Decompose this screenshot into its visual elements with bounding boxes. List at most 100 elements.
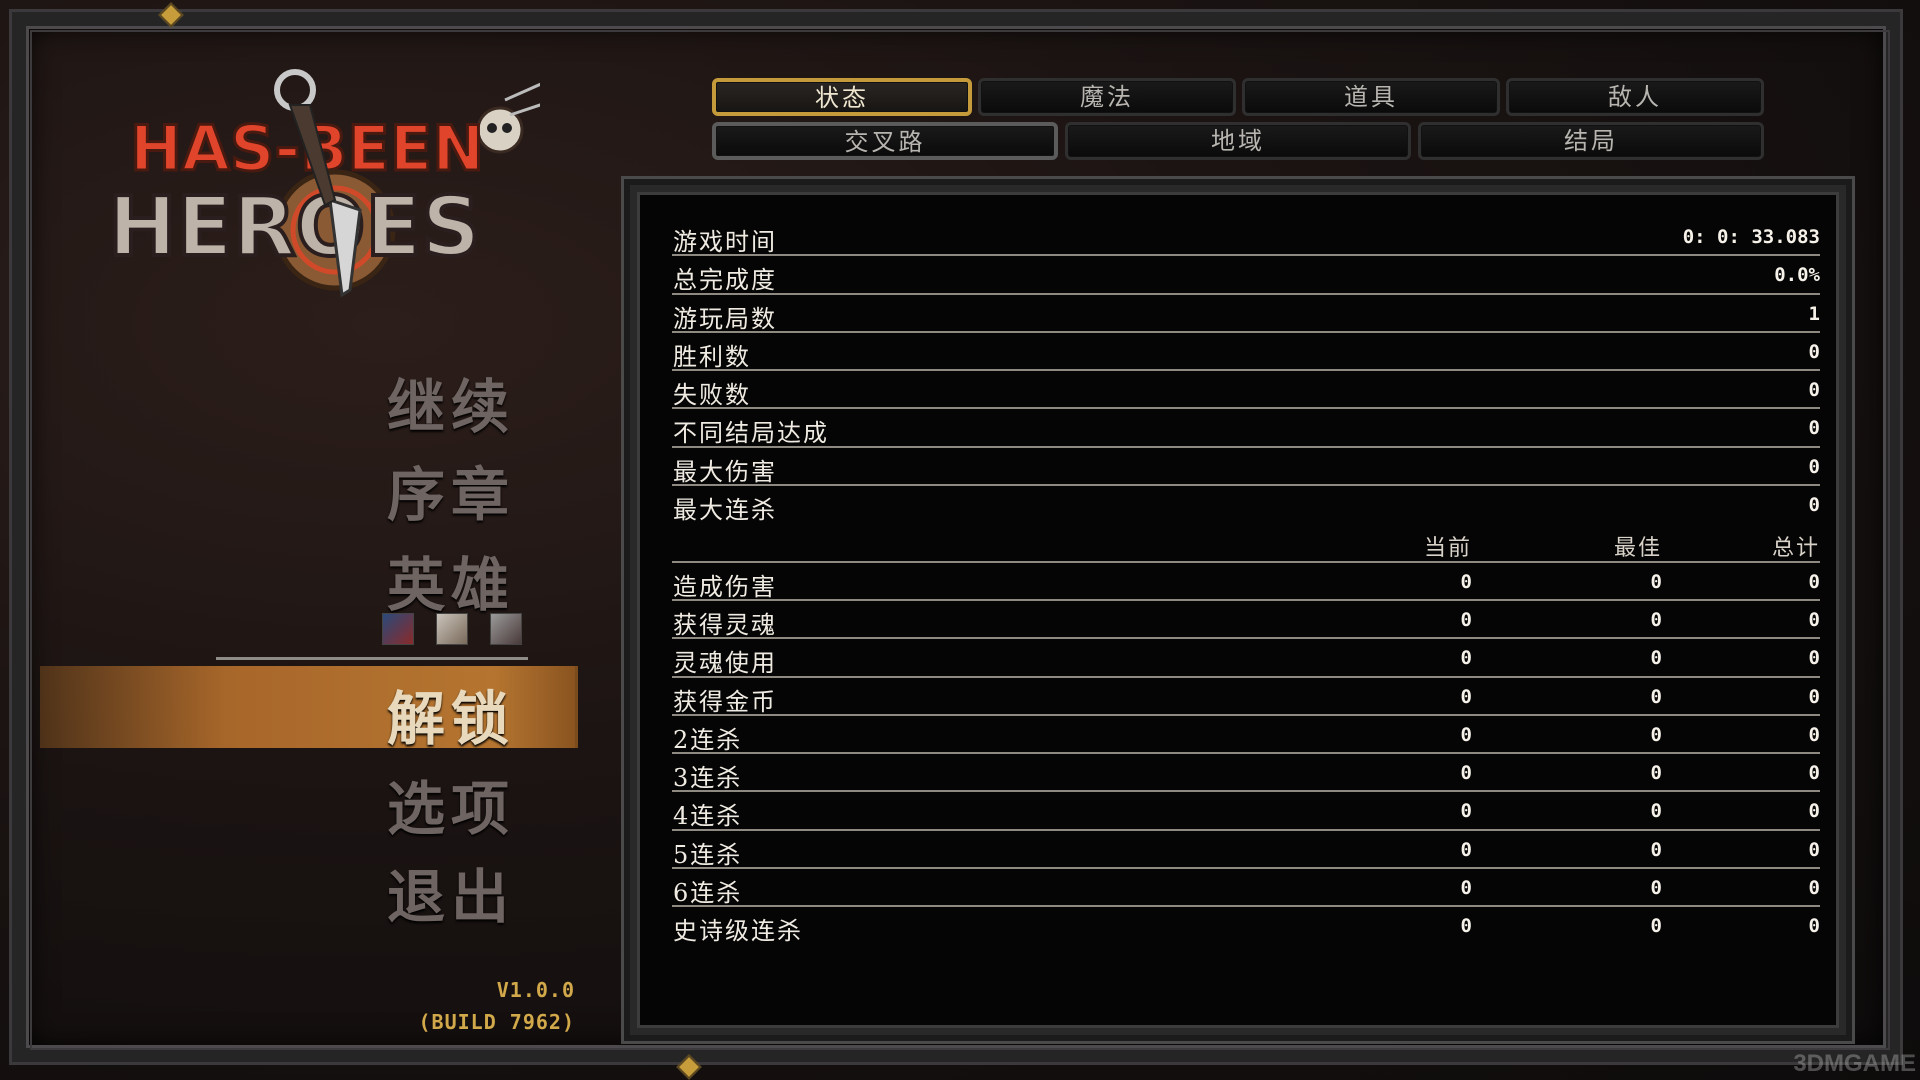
menu-item-exit[interactable]: 退出 <box>387 850 515 934</box>
stat-row: 获得灵魂 0 0 0 <box>672 601 1820 640</box>
tab-enemies[interactable]: 敌人 <box>1506 78 1764 116</box>
stat-value: 1 <box>1808 302 1820 325</box>
menu-item-unlocks[interactable]: 解锁 <box>387 672 515 756</box>
tab-endings[interactable]: 结局 <box>1418 122 1764 160</box>
stat-best: 0 <box>1650 723 1662 746</box>
stat-label: 灵魂使用 <box>673 649 777 678</box>
stat-label: 4连杀 <box>673 802 743 831</box>
stat-current: 0 <box>1460 800 1472 823</box>
column-best: 最佳 <box>1613 536 1662 562</box>
stat-label: 胜利数 <box>673 342 751 371</box>
stat-label: 3连杀 <box>673 764 743 793</box>
stat-total: 0 <box>1808 838 1820 861</box>
menu-item-continue[interactable]: 继续 <box>387 360 515 444</box>
watermark: 3DMGAME <box>1793 1050 1916 1077</box>
stat-total: 0 <box>1808 647 1820 670</box>
stat-columns-header: 当前 最佳 总计 <box>672 524 1820 563</box>
stat-current: 0 <box>1460 915 1472 938</box>
stat-row: 造成伤害 0 0 0 <box>672 563 1820 601</box>
stat-label: 游玩局数 <box>673 304 777 333</box>
stat-best: 0 <box>1650 877 1662 900</box>
stat-current: 0 <box>1460 723 1472 746</box>
stat-row: 史诗级连杀 0 0 0 <box>672 907 1820 945</box>
stat-value: 0 <box>1808 340 1820 363</box>
stat-best: 0 <box>1650 685 1662 708</box>
stat-best: 0 <box>1650 608 1662 631</box>
stat-row: 胜利数 0 <box>672 333 1820 372</box>
stat-best: 0 <box>1650 647 1662 670</box>
stats-table: 游戏时间 0: 0: 33.083 总完成度 0.0% 游玩局数 1 胜利数 0 失败数… <box>672 218 1820 946</box>
stat-label: 造成伤害 <box>673 572 777 601</box>
stat-row: 3连杀 0 0 0 <box>672 754 1820 793</box>
stat-row: 6连杀 0 0 0 <box>672 869 1820 908</box>
stat-label: 5连杀 <box>673 840 743 869</box>
menu-item-prologue[interactable]: 序章 <box>387 448 515 532</box>
stat-value: 0 <box>1808 379 1820 402</box>
tab-crossroads[interactable]: 交叉路 <box>712 122 1058 160</box>
stat-current: 0 <box>1460 608 1472 631</box>
stat-value: 0 <box>1808 455 1820 478</box>
stat-label: 6连杀 <box>673 879 743 908</box>
stat-total: 0 <box>1808 800 1820 823</box>
stat-row: 不同结局达成 0 <box>672 409 1820 448</box>
stat-label: 最大伤害 <box>673 457 777 486</box>
stat-label: 史诗级连杀 <box>673 917 803 946</box>
stat-current: 0 <box>1460 762 1472 785</box>
hero-portraits <box>382 613 522 645</box>
stat-value: 0 <box>1808 494 1820 517</box>
stat-current: 0 <box>1460 685 1472 708</box>
tab-status[interactable]: 状态 <box>712 78 972 116</box>
stat-current: 0 <box>1460 838 1472 861</box>
menu-item-heroes[interactable]: 英雄 <box>387 538 515 622</box>
stat-row: 4连杀 0 0 0 <box>672 792 1820 831</box>
stat-row: 游戏时间 0: 0: 33.083 <box>672 218 1820 257</box>
stat-total: 0 <box>1808 608 1820 631</box>
stat-current: 0 <box>1460 877 1472 900</box>
column-total: 总计 <box>1771 536 1820 562</box>
hero-portrait-icon <box>436 613 468 645</box>
stat-total: 0 <box>1808 570 1820 593</box>
stat-value: 0.0% <box>1774 264 1820 287</box>
menu-separator <box>216 657 528 660</box>
tab-magic[interactable]: 魔法 <box>978 78 1236 116</box>
stat-row: 2连杀 0 0 0 <box>672 716 1820 755</box>
hero-portrait-icon <box>490 613 522 645</box>
build-number: (BUILD 7962) <box>418 1010 575 1034</box>
stat-row: 最大伤害 0 <box>672 448 1820 487</box>
stat-total: 0 <box>1808 723 1820 746</box>
stat-label: 获得金币 <box>673 687 777 716</box>
tab-items[interactable]: 道具 <box>1242 78 1500 116</box>
stat-total: 0 <box>1808 877 1820 900</box>
stat-best: 0 <box>1650 762 1662 785</box>
stat-best: 0 <box>1650 915 1662 938</box>
stat-row: 5连杀 0 0 0 <box>672 831 1820 870</box>
stat-best: 0 <box>1650 838 1662 861</box>
stat-label: 2连杀 <box>673 725 743 754</box>
stat-label: 失败数 <box>673 381 751 410</box>
stat-value: 0 <box>1808 417 1820 440</box>
stat-total: 0 <box>1808 685 1820 708</box>
logo-line2: HEROES <box>108 180 481 275</box>
stat-best: 0 <box>1650 570 1662 593</box>
version-number: V1.0.0 <box>496 978 575 1002</box>
stat-row: 获得金币 0 0 0 <box>672 678 1820 716</box>
stat-total: 0 <box>1808 915 1820 938</box>
stat-current: 0 <box>1460 570 1472 593</box>
stat-value: 0: 0: 33.083 <box>1682 226 1820 248</box>
stat-current: 0 <box>1460 647 1472 670</box>
hero-portrait-icon <box>382 613 414 645</box>
stat-label: 获得灵魂 <box>673 610 777 639</box>
menu-item-options[interactable]: 选项 <box>387 762 515 846</box>
stat-label: 总完成度 <box>673 266 777 295</box>
tab-regions[interactable]: 地域 <box>1065 122 1411 160</box>
stat-row: 失败数 0 <box>672 371 1820 410</box>
stat-row: 灵魂使用 0 0 0 <box>672 639 1820 678</box>
stat-label: 最大连杀 <box>673 496 777 525</box>
stat-row: 游玩局数 1 <box>672 295 1820 333</box>
stat-label: 游戏时间 <box>673 228 777 256</box>
game-logo: HAS-BEEN HEROES <box>106 69 540 298</box>
stat-best: 0 <box>1650 800 1662 823</box>
stat-row: 最大连杀 0 <box>672 486 1820 524</box>
stat-label: 不同结局达成 <box>673 419 829 448</box>
column-current: 当前 <box>1423 536 1472 562</box>
